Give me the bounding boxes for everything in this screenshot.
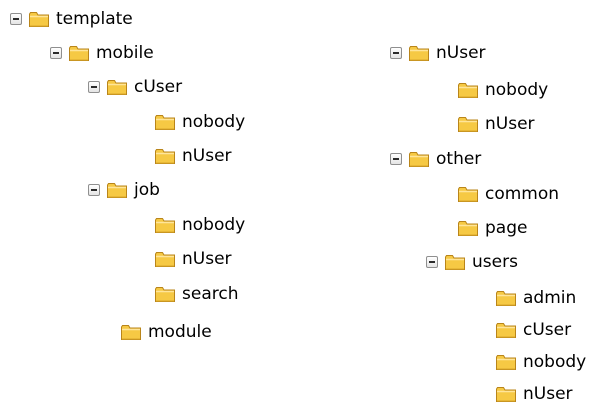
tree-node-label: other [436,149,482,169]
tree-node-label: search [182,284,239,304]
tree-node-mobile-job[interactable]: job [88,176,160,204]
collapse-icon[interactable] [88,81,100,93]
folder-icon [154,113,176,131]
tree-node-mobile-cuser-nuser[interactable]: nUser [154,142,232,170]
tree-node-other-page[interactable]: page [457,214,527,242]
folder-icon [154,216,176,234]
folder-icon [106,78,128,96]
tree-node-template[interactable]: template [10,5,133,33]
tree-node-label: nUser [182,146,232,166]
collapse-icon[interactable] [390,47,402,59]
folder-icon [154,147,176,165]
folder-icon [495,289,517,307]
tree-node-label: nUser [523,384,573,404]
tree-node-label: job [134,180,160,200]
tree-node-label: nUser [182,249,232,269]
folder-icon [495,385,517,403]
folder-icon [408,44,430,62]
folder-icon [495,353,517,371]
tree-node-label: nUser [436,43,486,63]
tree-node-nuser-nobody[interactable]: nobody [457,76,548,104]
folder-icon [408,150,430,168]
tree-node-label: cUser [523,320,572,340]
tree-node-other-users[interactable]: users [426,248,518,276]
folder-icon [444,253,466,271]
collapse-icon[interactable] [10,13,22,25]
folder-icon [154,250,176,268]
folder-icon [457,115,479,133]
tree-node-label: page [485,218,528,238]
tree-node-other-users-nuser[interactable]: nUser [495,380,573,408]
tree-node-mobile-job-search[interactable]: search [154,280,238,308]
folder-icon [457,219,479,237]
tree-node-label: nobody [182,112,246,132]
collapse-icon[interactable] [50,47,62,59]
folder-icon [495,321,517,339]
folder-icon [120,323,142,341]
collapse-icon[interactable] [390,153,402,165]
folder-icon [457,81,479,99]
tree-node-other-users-nobody[interactable]: nobody [495,348,586,376]
tree-node-label: cUser [134,77,183,97]
tree-node-nuser-nuser[interactable]: nUser [457,110,535,138]
tree-node-label: nobody [523,352,587,372]
folder-icon [154,285,176,303]
tree-node-label: template [56,9,133,29]
collapse-icon[interactable] [88,184,100,196]
tree-node-mobile-module[interactable]: module [120,318,212,346]
tree-node-label: module [148,322,212,342]
collapse-icon[interactable] [426,256,438,268]
tree-node-label: admin [523,288,577,308]
tree-node-mobile-job-nuser[interactable]: nUser [154,245,232,273]
tree-node-label: nUser [485,114,535,134]
tree-node-label: mobile [96,43,154,63]
tree-node-label: nobody [485,80,549,100]
tree-node-mobile-job-nobody[interactable]: nobody [154,211,245,239]
folder-icon [457,185,479,203]
tree-node-other-users-admin[interactable]: admin [495,284,576,312]
folder-icon [68,44,90,62]
folder-icon [106,181,128,199]
tree-node-mobile[interactable]: mobile [50,39,154,67]
tree-node-other-common[interactable]: common [457,180,559,208]
tree-node-label: common [485,184,560,204]
tree-node-other[interactable]: other [390,145,481,173]
tree-node-nuser[interactable]: nUser [390,39,486,67]
tree-node-mobile-cuser[interactable]: cUser [88,73,182,101]
tree-node-label: nobody [182,215,246,235]
tree-node-other-users-cuser[interactable]: cUser [495,316,571,344]
folder-icon [28,10,50,28]
tree-node-mobile-cuser-nobody[interactable]: nobody [154,108,245,136]
tree-node-label: users [472,252,518,272]
